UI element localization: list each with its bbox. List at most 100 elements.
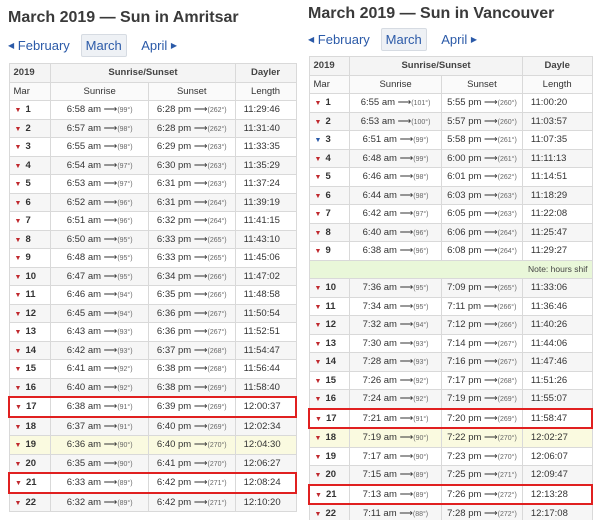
triangle-down-icon[interactable]: ▼ xyxy=(315,472,322,479)
triangle-down-icon[interactable]: ▼ xyxy=(315,193,322,200)
table-row[interactable]: ▼ 21 6:33 am ⟶(89°) 6:42 pm ⟶(271°) 12:08:24 xyxy=(8,472,297,494)
table-row[interactable]: ▼ 2 6:53 am ⟶(100°) 5:57 pm ⟶(260°) 11:03:57 xyxy=(308,111,593,131)
table-row[interactable]: ▼ 1 6:55 am ⟶(101°) 5:55 pm ⟶(260°) 11:00:20 xyxy=(308,93,593,113)
triangle-down-icon[interactable]: ▼ xyxy=(15,480,22,487)
triangle-down-icon[interactable]: ▼ xyxy=(15,144,22,151)
table-row[interactable]: ▼ 15 7:26 am ⟶(92°) 7:17 pm ⟶(268°) 11:51:26 xyxy=(308,370,593,390)
table-row[interactable]: ▼ 13 7:30 am ⟶(93°) 7:14 pm ⟶(267°) 11:44:06 xyxy=(308,333,593,353)
triangle-down-icon[interactable]: ▼ xyxy=(15,500,22,507)
table-row[interactable]: ▼ 6 6:52 am ⟶(96°) 6:31 pm ⟶(264°) 11:39:19 xyxy=(8,192,297,212)
triangle-down-icon[interactable]: ▼ xyxy=(315,454,322,461)
triangle-down-icon[interactable]: ▼ xyxy=(315,174,322,181)
triangle-down-icon[interactable]: ▼ xyxy=(315,359,322,366)
triangle-down-icon[interactable]: ▼ xyxy=(15,163,22,170)
table-row[interactable]: ▼ 15 6:41 am ⟶(92°) 6:38 pm ⟶(268°) 11:56:44 xyxy=(8,359,297,379)
triangle-down-icon[interactable]: ▼ xyxy=(315,435,322,442)
triangle-down-icon[interactable]: ▼ xyxy=(315,137,322,144)
current-month-button[interactable]: March xyxy=(80,34,127,57)
next-month-link[interactable]: April xyxy=(141,38,167,53)
table-row[interactable]: ▼ 19 7:17 am ⟶(90°) 7:23 pm ⟶(270°) 12:06:07 xyxy=(308,446,593,466)
table-row[interactable]: ▼ 1 6:58 am ⟶(99°) 6:28 pm ⟶(262°) 11:29:46 xyxy=(8,100,297,120)
table-row[interactable]: ▼ 17 6:38 am ⟶(91°) 6:39 pm ⟶(269°) 12:00:37 xyxy=(8,396,297,418)
triangle-down-icon[interactable]: ▼ xyxy=(15,424,22,431)
table-row[interactable]: ▼ 4 6:54 am ⟶(97°) 6:30 pm ⟶(263°) 11:35:29 xyxy=(8,155,297,175)
table-row[interactable]: ▼ 2 6:57 am ⟶(98°) 6:28 pm ⟶(262°) 11:31:40 xyxy=(8,118,297,138)
table-row[interactable]: ▼ 5 6:53 am ⟶(97°) 6:31 pm ⟶(263°) 11:37:24 xyxy=(8,174,297,194)
table-row[interactable]: ▼ 18 7:19 am ⟶(90°) 7:22 pm ⟶(270°) 12:02:27 xyxy=(308,427,593,448)
triangle-down-icon[interactable]: ▼ xyxy=(15,218,22,225)
triangle-down-icon[interactable]: ▼ xyxy=(15,181,22,188)
table-row[interactable]: ▼ 22 6:32 am ⟶(89°) 6:42 pm ⟶(271°) 12:10:20 xyxy=(8,492,297,512)
triangle-down-icon[interactable]: ▼ xyxy=(315,248,322,255)
table-row[interactable]: ▼ 20 6:35 am ⟶(90°) 6:41 pm ⟶(270°) 12:06:27 xyxy=(8,453,297,474)
next-month-link[interactable]: April xyxy=(441,32,467,47)
table-row[interactable]: ▼ 5 6:46 am ⟶(98°) 6:01 pm ⟶(262°) 11:14:51 xyxy=(308,167,593,187)
triangle-down-icon[interactable]: ▼ xyxy=(15,200,22,207)
triangle-down-icon[interactable]: ▼ xyxy=(315,341,322,348)
table-row[interactable]: ▼ 16 6:40 am ⟶(92°) 6:38 pm ⟶(269°) 11:58:40 xyxy=(8,377,297,398)
triangle-down-icon[interactable]: ▼ xyxy=(15,461,22,468)
triangle-down-icon[interactable]: ▼ xyxy=(15,366,22,373)
table-row[interactable]: ▼ 10 6:47 am ⟶(95°) 6:34 pm ⟶(266°) 11:47:02 xyxy=(8,266,297,286)
table-row[interactable]: ▼ 14 7:28 am ⟶(93°) 7:16 pm ⟶(267°) 11:47:46 xyxy=(308,352,593,372)
triangle-down-icon[interactable]: ▼ xyxy=(15,385,22,392)
triangle-down-icon[interactable]: ▼ xyxy=(15,274,22,281)
triangle-down-icon[interactable]: ▼ xyxy=(315,211,322,218)
triangle-down-icon[interactable]: ▼ xyxy=(315,230,322,237)
table-row[interactable]: ▼ 17 7:21 am ⟶(91°) 7:20 pm ⟶(269°) 11:58:47 xyxy=(308,407,593,429)
table-row[interactable]: ▼ 12 6:45 am ⟶(94°) 6:36 pm ⟶(267°) 11:50:54 xyxy=(8,303,297,323)
table-row[interactable]: ▼ 8 6:50 am ⟶(95°) 6:33 pm ⟶(265°) 11:43:10 xyxy=(8,229,297,249)
table-row[interactable]: ▼ 20 7:15 am ⟶(89°) 7:25 pm ⟶(271°) 12:09:47 xyxy=(308,465,593,485)
triangle-down-icon[interactable]: ▼ xyxy=(315,156,322,163)
triangle-down-icon[interactable]: ▼ xyxy=(15,107,22,114)
table-row[interactable]: ▼ 10 7:36 am ⟶(95°) 7:09 pm ⟶(265°) 11:33:06 xyxy=(308,278,593,298)
triangle-down-icon[interactable]: ▼ xyxy=(15,126,22,133)
table-row[interactable]: ▼ 4 6:48 am ⟶(99°) 6:00 pm ⟶(261°) 11:11:13 xyxy=(308,148,593,168)
triangle-down-icon[interactable]: ▼ xyxy=(315,100,322,107)
table-row[interactable]: ▼ 22 7:11 am ⟶(88°) 7:28 pm ⟶(272°) 12:17:08 xyxy=(308,503,593,520)
triangle-down-icon[interactable]: ▼ xyxy=(315,322,322,329)
prev-month-link[interactable]: February xyxy=(318,32,370,47)
triangle-down-icon[interactable]: ▼ xyxy=(15,329,22,336)
triangle-down-icon[interactable]: ▼ xyxy=(315,492,322,499)
table-row[interactable]: ▼ 14 6:42 am ⟶(93°) 6:37 pm ⟶(268°) 11:54:47 xyxy=(8,340,297,360)
table-row[interactable]: ▼ 7 6:51 am ⟶(96°) 6:32 pm ⟶(264°) 11:41:15 xyxy=(8,211,297,231)
triangle-down-icon[interactable]: ▼ xyxy=(315,378,322,385)
triangle-left-icon[interactable]: ◀ xyxy=(308,35,314,44)
triangle-down-icon[interactable]: ▼ xyxy=(315,285,322,292)
table-row[interactable]: ▼ 13 6:43 am ⟶(93°) 6:36 pm ⟶(267°) 11:52:51 xyxy=(8,322,297,342)
triangle-down-icon[interactable]: ▼ xyxy=(15,255,22,262)
triangle-down-icon[interactable]: ▼ xyxy=(15,442,22,449)
triangle-down-icon[interactable]: ▼ xyxy=(315,119,322,126)
table-row[interactable]: ▼ 12 7:32 am ⟶(94°) 7:12 pm ⟶(266°) 11:40:26 xyxy=(308,315,593,335)
table-row[interactable]: ▼ 11 6:46 am ⟶(94°) 6:35 pm ⟶(266°) 11:48:58 xyxy=(8,285,297,305)
sunset-time: 7:26 pm xyxy=(447,488,482,500)
table-row[interactable]: ▼ 9 6:38 am ⟶(96°) 6:08 pm ⟶(264°) 11:29:27 xyxy=(308,241,593,261)
triangle-down-icon[interactable]: ▼ xyxy=(15,348,22,355)
triangle-right-icon[interactable]: ▶ xyxy=(471,35,477,44)
table-row[interactable]: ▼ 19 6:36 am ⟶(90°) 6:40 pm ⟶(270°) 12:04:30 xyxy=(8,435,297,455)
table-row[interactable]: ▼ 3 6:55 am ⟶(98°) 6:29 pm ⟶(263°) 11:33:35 xyxy=(8,137,297,157)
triangle-down-icon[interactable]: ▼ xyxy=(15,237,22,244)
table-row[interactable]: ▼ 3 6:51 am ⟶(99°) 5:58 pm ⟶(261°) 11:07:35 xyxy=(308,130,593,150)
triangle-down-icon[interactable]: ▼ xyxy=(15,292,22,299)
prev-month-link[interactable]: February xyxy=(18,38,70,53)
triangle-down-icon[interactable]: ▼ xyxy=(15,404,22,411)
table-row[interactable]: ▼ 16 7:24 am ⟶(92°) 7:19 pm ⟶(269°) 11:55:07 xyxy=(308,389,593,409)
table-row[interactable]: ▼ 8 6:40 am ⟶(96°) 6:06 pm ⟶(264°) 11:25:47 xyxy=(308,222,593,242)
current-month-button[interactable]: March xyxy=(380,28,427,51)
triangle-down-icon[interactable]: ▼ xyxy=(315,511,322,518)
triangle-left-icon[interactable]: ◀ xyxy=(8,41,14,50)
triangle-down-icon[interactable]: ▼ xyxy=(315,304,322,311)
triangle-down-icon[interactable]: ▼ xyxy=(315,396,322,403)
triangle-down-icon[interactable]: ▼ xyxy=(315,416,322,423)
table-row[interactable]: ▼ 6 6:44 am ⟶(98°) 6:03 pm ⟶(263°) 11:18:29 xyxy=(308,185,593,205)
table-row[interactable]: ▼ 18 6:37 am ⟶(91°) 6:40 pm ⟶(269°) 12:02:34 xyxy=(8,416,297,436)
table-row[interactable]: ▼ 7 6:42 am ⟶(97°) 6:05 pm ⟶(263°) 11:22:08 xyxy=(308,204,593,224)
triangle-down-icon[interactable]: ▼ xyxy=(15,311,22,318)
triangle-right-icon[interactable]: ▶ xyxy=(171,41,177,50)
table-row[interactable]: ▼ 9 6:48 am ⟶(95°) 6:33 pm ⟶(265°) 11:45:06 xyxy=(8,248,297,268)
table-row[interactable]: ▼ 11 7:34 am ⟶(95°) 7:11 pm ⟶(266°) 11:36:46 xyxy=(308,296,593,316)
table-row[interactable]: ▼ 21 7:13 am ⟶(89°) 7:26 pm ⟶(272°) 12:13:28 xyxy=(308,483,593,505)
sunset-time: 6:33 pm xyxy=(156,252,192,264)
